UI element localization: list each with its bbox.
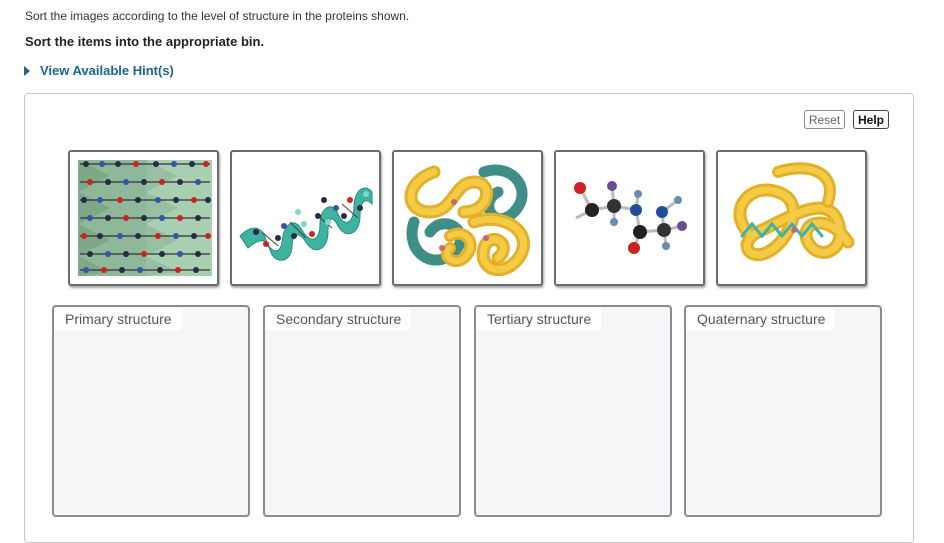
instruction-text: Sort the images according to the level o… — [25, 9, 410, 23]
card-folded-protein[interactable] — [716, 150, 867, 286]
help-button[interactable]: Help — [853, 110, 889, 129]
amino-acid-chain-image — [574, 181, 687, 254]
bin-secondary[interactable]: Secondary structure — [263, 305, 461, 517]
card-alpha-helix[interactable] — [230, 150, 381, 286]
alpha-helix-image — [239, 187, 373, 261]
card-multi-subunit[interactable] — [392, 150, 543, 286]
bin-label-primary: Primary structure — [54, 307, 182, 330]
beta-pleated-sheet-image — [78, 160, 212, 276]
bin-tertiary[interactable]: Tertiary structure — [474, 305, 672, 517]
sub-instruction-text: Sort the items into the appropriate bin. — [25, 34, 265, 49]
multi-subunit-protein-image — [404, 164, 530, 277]
caret-right-icon — [24, 65, 30, 76]
card-amino-acid[interactable] — [554, 150, 705, 286]
bin-label-secondary: Secondary structure — [265, 307, 412, 330]
view-hints-link[interactable]: View Available Hint(s) — [24, 63, 174, 78]
bin-label-tertiary: Tertiary structure — [476, 307, 602, 330]
folded-protein-image — [733, 162, 855, 262]
bin-label-quaternary: Quaternary structure — [686, 307, 836, 330]
bin-primary[interactable]: Primary structure — [52, 305, 250, 517]
reset-button[interactable]: Reset — [804, 110, 845, 129]
card-beta-sheet[interactable] — [68, 150, 219, 286]
bin-quaternary[interactable]: Quaternary structure — [684, 305, 882, 517]
view-hints-label: View Available Hint(s) — [40, 63, 174, 78]
